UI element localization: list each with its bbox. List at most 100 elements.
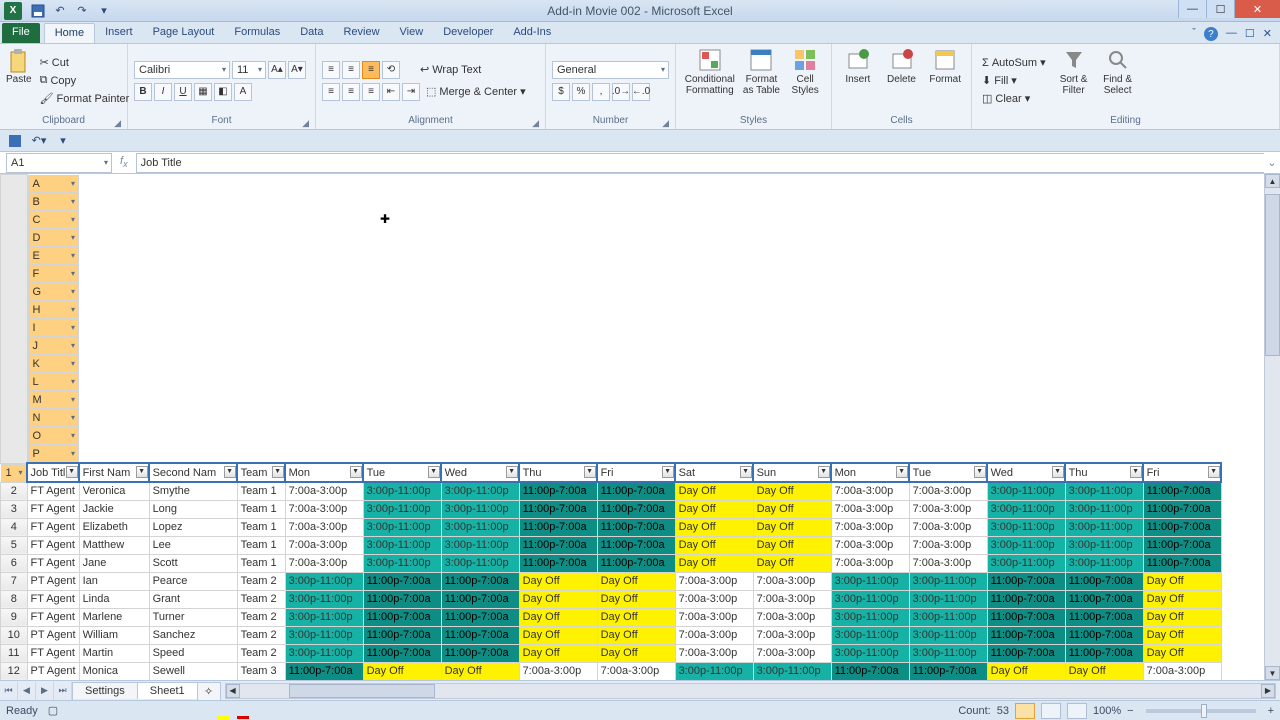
cell[interactable]: Day Off bbox=[519, 644, 597, 662]
cell[interactable]: FT Agent bbox=[27, 608, 79, 626]
cell[interactable]: Scott bbox=[149, 554, 237, 572]
close-button[interactable]: ✕ bbox=[1234, 0, 1280, 18]
cell[interactable]: Lopez bbox=[149, 518, 237, 536]
cell[interactable]: Day Off bbox=[753, 554, 831, 572]
tab-review[interactable]: Review bbox=[333, 23, 389, 43]
dialog-launcher-icon[interactable]: ◢ bbox=[532, 118, 539, 129]
cell[interactable]: Team 2 bbox=[237, 590, 285, 608]
filter-dropdown-icon[interactable]: ▼ bbox=[818, 466, 830, 478]
cell[interactable]: 11:00p-7:00a bbox=[1143, 500, 1221, 518]
header-cell[interactable]: Tue▼ bbox=[363, 463, 441, 482]
filter-dropdown-icon[interactable]: ▼ bbox=[66, 466, 78, 478]
zoom-in-button[interactable]: + bbox=[1268, 705, 1274, 717]
cell[interactable]: 7:00a-3:00p bbox=[831, 500, 909, 518]
cell[interactable]: Lee bbox=[149, 536, 237, 554]
cell[interactable]: 3:00p-11:00p bbox=[1065, 500, 1143, 518]
tab-insert[interactable]: Insert bbox=[95, 23, 143, 43]
cell[interactable]: 11:00p-7:00a bbox=[1065, 572, 1143, 590]
hscroll-thumb[interactable] bbox=[289, 684, 436, 698]
sheet-nav-last-icon[interactable]: ⏭ bbox=[54, 682, 72, 700]
cell[interactable]: 7:00a-3:00p bbox=[831, 482, 909, 500]
cell[interactable]: FT Agent bbox=[27, 644, 79, 662]
sheet-tab-settings[interactable]: Settings bbox=[72, 682, 138, 699]
cell[interactable]: 11:00p-7:00a bbox=[441, 644, 519, 662]
window-close-icon[interactable]: ✕ bbox=[1263, 27, 1272, 41]
cell[interactable]: 11:00p-7:00a bbox=[1143, 554, 1221, 572]
header-cell[interactable]: Tue▼ bbox=[909, 463, 987, 482]
cell[interactable]: 11:00p-7:00a bbox=[441, 572, 519, 590]
cell[interactable]: 11:00p-7:00a bbox=[519, 500, 597, 518]
vertical-scrollbar[interactable]: ▲ ▼ bbox=[1264, 174, 1280, 680]
number-format-select[interactable]: General bbox=[552, 61, 669, 79]
tab-view[interactable]: View bbox=[390, 23, 434, 43]
cell[interactable]: 7:00a-3:00p bbox=[831, 536, 909, 554]
cell[interactable]: 11:00p-7:00a bbox=[363, 626, 441, 644]
col-header-J[interactable]: J bbox=[28, 337, 80, 355]
cell[interactable]: 7:00a-3:00p bbox=[753, 590, 831, 608]
cell[interactable]: 3:00p-11:00p bbox=[831, 644, 909, 662]
currency-button[interactable]: $ bbox=[552, 83, 570, 101]
header-cell[interactable]: Wed▼ bbox=[441, 463, 519, 482]
cell[interactable]: 3:00p-11:00p bbox=[441, 554, 519, 572]
cell[interactable]: Day Off bbox=[675, 518, 753, 536]
cell[interactable]: Monica bbox=[79, 662, 149, 680]
cell[interactable]: Jane bbox=[79, 554, 149, 572]
grow-font-button[interactable]: A▴ bbox=[268, 61, 286, 79]
cell[interactable]: 11:00p-7:00a bbox=[597, 554, 675, 572]
cell[interactable]: 11:00p-7:00a bbox=[987, 644, 1065, 662]
cell[interactable]: Day Off bbox=[363, 662, 441, 680]
cell[interactable]: Day Off bbox=[597, 572, 675, 590]
cell[interactable]: FT Agent bbox=[27, 554, 79, 572]
cell[interactable]: 3:00p-11:00p bbox=[363, 554, 441, 572]
cell[interactable]: Day Off bbox=[519, 626, 597, 644]
tab-home[interactable]: Home bbox=[44, 23, 95, 43]
header-cell[interactable]: Team▼ bbox=[237, 463, 285, 482]
filter-dropdown-icon[interactable]: ▼ bbox=[1130, 466, 1142, 478]
tab-developer[interactable]: Developer bbox=[433, 23, 503, 43]
cell[interactable]: Day Off bbox=[753, 536, 831, 554]
new-sheet-button[interactable]: ✧ bbox=[197, 682, 221, 700]
shrink-font-button[interactable]: A▾ bbox=[288, 61, 306, 79]
cell[interactable]: Day Off bbox=[675, 554, 753, 572]
cell[interactable]: 3:00p-11:00p bbox=[441, 500, 519, 518]
cell[interactable]: 11:00p-7:00a bbox=[441, 608, 519, 626]
filter-dropdown-icon[interactable]: ▼ bbox=[974, 466, 986, 478]
dialog-launcher-icon[interactable]: ◢ bbox=[662, 118, 669, 129]
cell[interactable]: 11:00p-7:00a bbox=[597, 500, 675, 518]
cell[interactable]: Day Off bbox=[597, 644, 675, 662]
cell[interactable]: Day Off bbox=[441, 662, 519, 680]
cell[interactable]: 11:00p-7:00a bbox=[597, 536, 675, 554]
cell[interactable]: 7:00a-3:00p bbox=[675, 572, 753, 590]
cell[interactable]: 3:00p-11:00p bbox=[831, 572, 909, 590]
cell[interactable]: 7:00a-3:00p bbox=[519, 662, 597, 680]
cell[interactable]: 7:00a-3:00p bbox=[285, 554, 363, 572]
cell[interactable]: 3:00p-11:00p bbox=[285, 590, 363, 608]
percent-button[interactable]: % bbox=[572, 83, 590, 101]
filter-dropdown-icon[interactable]: ▼ bbox=[136, 466, 148, 478]
cell[interactable]: 3:00p-11:00p bbox=[987, 500, 1065, 518]
col-header-O[interactable]: O bbox=[28, 427, 80, 445]
border-button[interactable]: ▦ bbox=[194, 83, 212, 101]
qat2-undo-icon[interactable]: ↶▾ bbox=[30, 132, 48, 150]
align-center-button[interactable]: ≡ bbox=[342, 83, 360, 101]
row-header-5[interactable]: 5 bbox=[1, 536, 28, 554]
format-cells-button[interactable]: Format bbox=[925, 46, 965, 115]
cell[interactable]: 7:00a-3:00p bbox=[909, 554, 987, 572]
col-header-K[interactable]: K bbox=[28, 355, 80, 373]
format-painter-button[interactable]: 🖌Format Painter bbox=[36, 90, 134, 107]
cell[interactable]: 11:00p-7:00a bbox=[987, 608, 1065, 626]
cell[interactable]: 7:00a-3:00p bbox=[909, 500, 987, 518]
cell[interactable]: 11:00p-7:00a bbox=[1143, 482, 1221, 500]
col-header-P[interactable]: P bbox=[28, 445, 80, 463]
cell[interactable]: 11:00p-7:00a bbox=[363, 608, 441, 626]
cell[interactable]: Day Off bbox=[675, 482, 753, 500]
cell[interactable]: 3:00p-11:00p bbox=[831, 590, 909, 608]
cell[interactable]: Veronica bbox=[79, 482, 149, 500]
cell[interactable]: 11:00p-7:00a bbox=[519, 536, 597, 554]
cell[interactable]: 3:00p-11:00p bbox=[363, 536, 441, 554]
col-header-A[interactable]: A bbox=[28, 175, 80, 193]
row-header-12[interactable]: 12 bbox=[1, 662, 28, 680]
fill-button[interactable]: ⬇Fill ▾ bbox=[978, 72, 1050, 89]
row-header-6[interactable]: 6 bbox=[1, 554, 28, 572]
cell[interactable]: Long bbox=[149, 500, 237, 518]
